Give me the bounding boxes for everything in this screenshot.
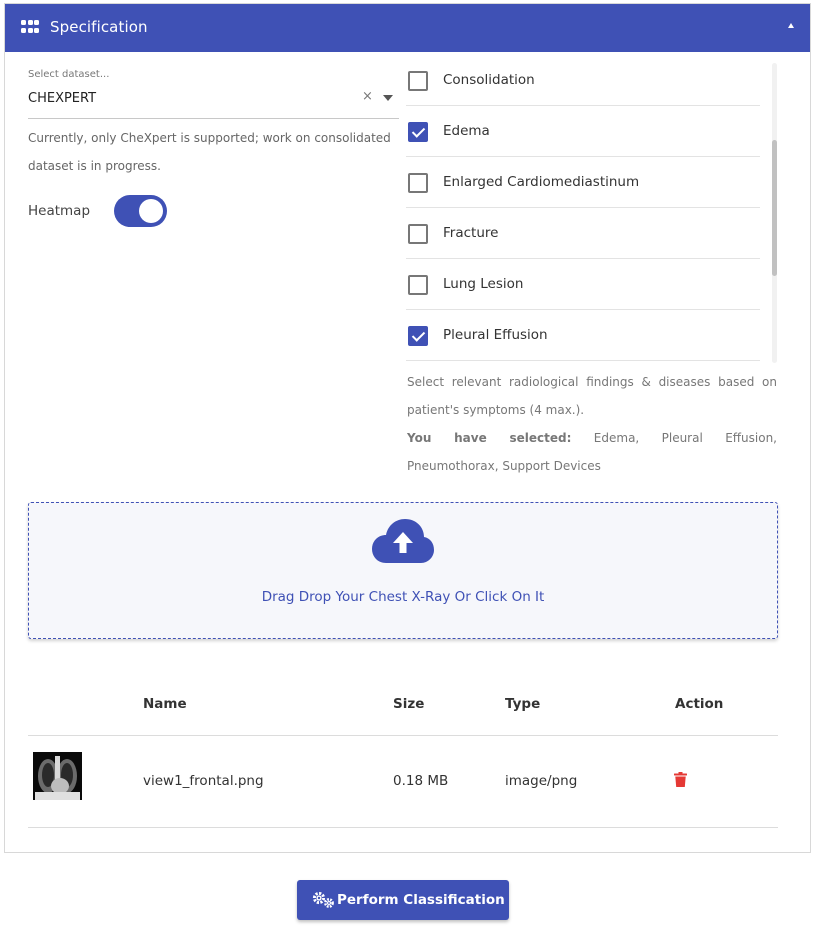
dropzone-text: Drag Drop Your Chest X-Ray Or Click On I… (261, 589, 545, 605)
card-title: Specification (50, 18, 148, 36)
file-size: 0.18 MB (393, 773, 449, 789)
finding-fracture[interactable]: Fracture (406, 208, 760, 259)
checkbox-checked[interactable] (408, 326, 428, 346)
dataset-select-value[interactable]: CHEXPERT (28, 91, 96, 106)
findings-help-text: Select relevant radiological findings & … (407, 375, 777, 417)
table-header-divider (28, 735, 778, 736)
heatmap-toggle[interactable] (114, 195, 167, 227)
trash-icon[interactable] (674, 772, 687, 787)
caret-up-icon[interactable] (788, 23, 794, 28)
select-underline (28, 118, 399, 119)
xray-thumbnail (33, 752, 82, 800)
xray-dropzone[interactable]: Drag Drop Your Chest X-Ray Or Click On I… (28, 502, 778, 639)
selected-label: You have selected: (407, 431, 572, 445)
card-header[interactable]: Specification (5, 4, 810, 52)
finding-label: Enlarged Cardiomediastinum (443, 174, 640, 190)
perform-classification-button[interactable]: Perform Classification (297, 880, 509, 920)
column-header-size: Size (393, 696, 425, 712)
finding-label: Consolidation (443, 72, 535, 88)
file-name: view1_frontal.png (143, 773, 264, 789)
perform-button-label: Perform Classification (337, 892, 505, 908)
finding-consolidation[interactable]: Consolidation (406, 55, 760, 106)
column-header-name: Name (143, 696, 187, 712)
checkbox[interactable] (408, 173, 428, 193)
findings-scrollbar[interactable] (772, 63, 777, 363)
scrollbar-thumb[interactable] (772, 140, 777, 276)
cloud-upload-icon (372, 519, 434, 563)
selected-findings: You have selected: Edema, Pleural Effusi… (407, 424, 777, 480)
finding-label: Pleural Effusion (443, 327, 548, 343)
checkbox-checked[interactable] (408, 122, 428, 142)
column-header-action: Action (675, 696, 724, 712)
finding-label: Lung Lesion (443, 276, 524, 292)
file-type: image/png (505, 773, 578, 789)
chevron-down-icon[interactable] (383, 95, 393, 101)
finding-label: Fracture (443, 225, 499, 241)
grid-icon (21, 20, 39, 34)
gears-icon (312, 891, 334, 908)
table-row-divider (28, 827, 778, 828)
finding-edema[interactable]: Edema (406, 106, 760, 157)
column-header-type: Type (505, 696, 541, 712)
finding-enlarged-cardiomediastinum[interactable]: Enlarged Cardiomediastinum (406, 157, 760, 208)
finding-pleural-effusion[interactable]: Pleural Effusion (406, 310, 760, 361)
checkbox[interactable] (408, 224, 428, 244)
dataset-select-label: Select dataset... (28, 69, 110, 80)
clear-icon[interactable]: × (362, 89, 373, 104)
findings-list: Consolidation Edema Enlarged Cardiomedia… (406, 55, 760, 361)
checkbox[interactable] (408, 275, 428, 295)
checkbox[interactable] (408, 71, 428, 91)
heatmap-label: Heatmap (28, 203, 91, 219)
finding-lung-lesion[interactable]: Lung Lesion (406, 259, 760, 310)
toggle-knob (139, 199, 163, 223)
finding-label: Edema (443, 123, 490, 139)
dataset-help-text: Currently, only CheXpert is supported; w… (28, 131, 391, 173)
